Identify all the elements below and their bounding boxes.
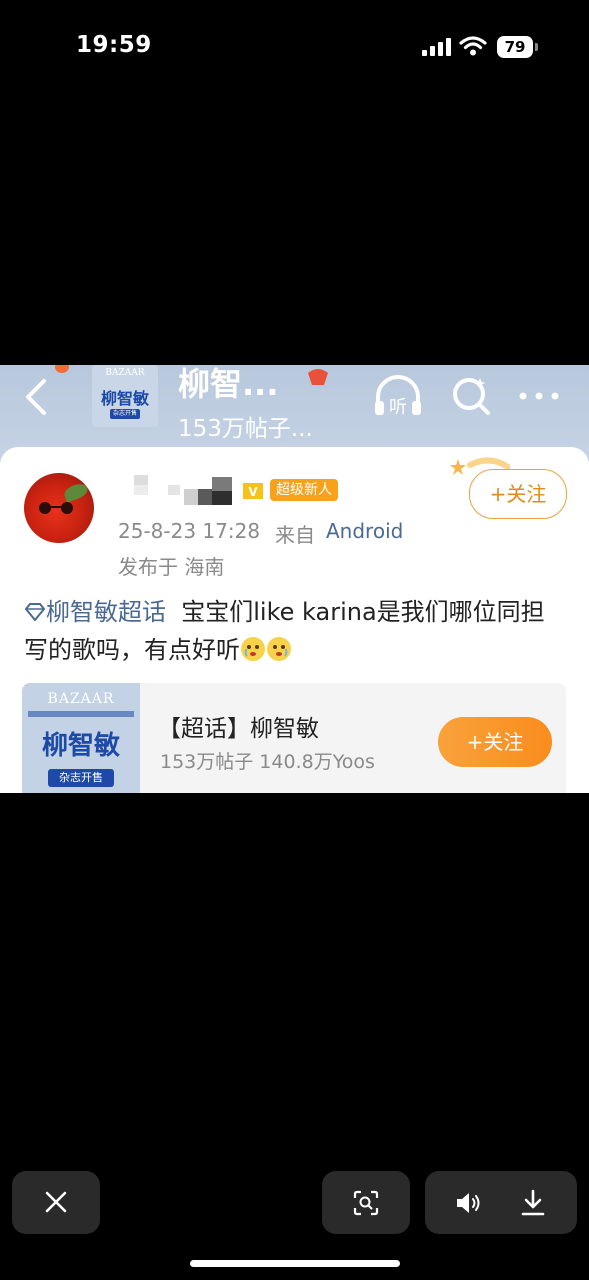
status-time: 19:59	[76, 32, 152, 58]
topic-thumbnail[interactable]: BAZAAR 柳智敏 杂志开售	[92, 365, 158, 427]
wifi-icon	[459, 36, 487, 56]
post-device-link[interactable]: Android	[326, 519, 403, 543]
header-subtitle: 153万帖子...	[178, 416, 313, 442]
search-icon[interactable]	[450, 375, 492, 417]
home-indicator[interactable]	[190, 1260, 400, 1267]
post-location: 发布于 海南	[118, 555, 225, 579]
visual-search-icon	[353, 1190, 379, 1216]
cover-name: 柳智敏	[41, 731, 120, 761]
supertopic-link[interactable]: 柳智敏超话	[46, 598, 166, 626]
listen-headphones-icon[interactable]: 听	[372, 373, 424, 419]
more-options-icon[interactable]	[518, 391, 560, 401]
diamond-topic-icon	[24, 603, 46, 621]
super-newbie-badge: 超级新人	[270, 479, 338, 501]
crying-emoji-icon	[241, 637, 265, 661]
vip-badge-icon: V	[243, 483, 263, 499]
avatar-glasses	[39, 502, 73, 514]
post-content: 柳智敏超话 宝宝们like karina是我们哪位同担写的歌吗，有点好听	[24, 593, 564, 669]
topic-cover-image: BAZAAR 柳智敏 杂志开售	[22, 683, 140, 793]
supertopic-card[interactable]: BAZAAR 柳智敏 杂志开售 【超话】柳智敏 153万帖子 140.8万Yoo…	[22, 683, 566, 793]
thumb-brand: BAZAAR	[105, 368, 145, 378]
username-pixelated[interactable]	[134, 475, 234, 505]
visual-lookup-button[interactable]	[322, 1171, 410, 1234]
battery-level: 79	[497, 36, 533, 58]
screenshot-preview: BAZAAR 柳智敏 杂志开售 柳智... 153万帖子... 听 V 超级新人…	[0, 365, 589, 793]
close-icon	[45, 1191, 67, 1213]
cover-tag: 杂志开售	[48, 769, 114, 787]
crying-emoji-icon	[267, 637, 291, 661]
follow-user-button[interactable]: +关注	[469, 469, 567, 519]
listen-label: 听	[389, 397, 407, 418]
svg-text:V: V	[248, 485, 258, 499]
volume-icon[interactable]	[455, 1191, 483, 1215]
follow-topic-button[interactable]: +关注	[438, 717, 552, 767]
level-badge-icon	[308, 369, 328, 385]
post-card: V 超级新人 25-8-23 17:28 来自 Android 发布于 海南 +…	[0, 447, 589, 793]
download-icon[interactable]	[521, 1189, 545, 1216]
battery-icon: 79	[497, 36, 539, 58]
header-title: 柳智...	[178, 365, 279, 403]
cellular-signal-icon	[422, 38, 451, 56]
user-avatar[interactable]	[24, 473, 94, 543]
thumb-name: 柳智敏	[100, 389, 149, 408]
notification-dot	[55, 365, 69, 373]
post-timestamp: 25-8-23 17:28	[118, 519, 261, 543]
post-source-label: 来自	[275, 523, 315, 547]
topic-card-stats: 153万帖子 140.8万Yoos	[160, 751, 375, 773]
thumb-tag: 杂志开售	[110, 409, 140, 419]
topic-card-title: 【超话】柳智敏	[158, 716, 319, 742]
close-button[interactable]	[12, 1171, 100, 1234]
back-arrow-icon[interactable]	[22, 377, 52, 417]
media-actions-group	[425, 1171, 577, 1234]
cover-brand: BAZAAR	[47, 691, 115, 707]
